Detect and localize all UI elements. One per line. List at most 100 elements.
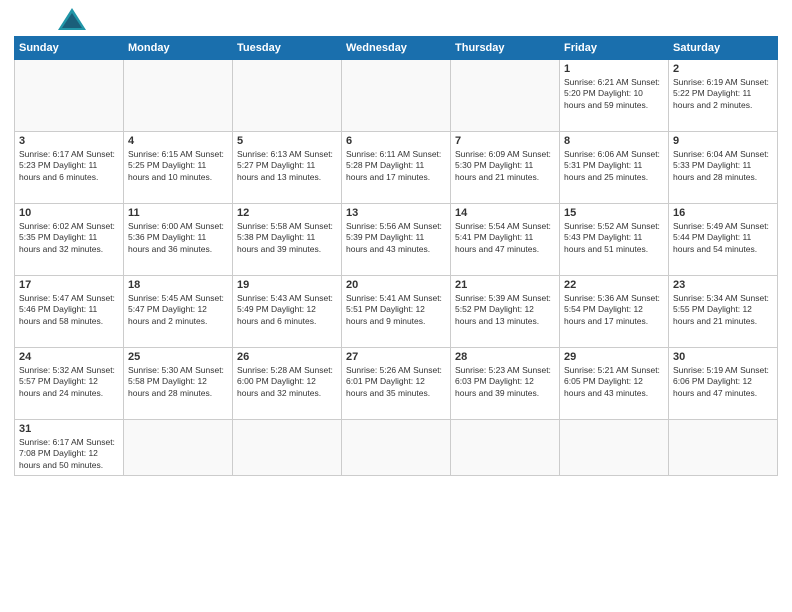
day-info: Sunrise: 6:11 AM Sunset: 5:28 PM Dayligh… — [346, 149, 446, 183]
day-number: 13 — [346, 207, 446, 219]
day-number: 25 — [128, 351, 228, 363]
day-cell: 28 Sunrise: 5:23 AM Sunset: 6:03 PM Dayli… — [451, 348, 560, 420]
day-cell — [451, 60, 560, 132]
day-number: 15 — [564, 207, 664, 219]
weekday-header-tuesday: Tuesday — [233, 37, 342, 60]
day-cell: 20 Sunrise: 5:41 AM Sunset: 5:51 PM Dayli… — [342, 276, 451, 348]
day-info: Sunrise: 6:04 AM Sunset: 5:33 PM Dayligh… — [673, 149, 773, 183]
day-info: Sunrise: 5:28 AM Sunset: 6:00 PM Dayligh… — [237, 365, 337, 399]
day-number: 5 — [237, 135, 337, 147]
day-cell — [233, 60, 342, 132]
day-number: 29 — [564, 351, 664, 363]
day-info: Sunrise: 5:45 AM Sunset: 5:47 PM Dayligh… — [128, 293, 228, 327]
day-info: Sunrise: 5:36 AM Sunset: 5:54 PM Dayligh… — [564, 293, 664, 327]
weekday-header-row: SundayMondayTuesdayWednesdayThursdayFrid… — [15, 37, 778, 60]
day-number: 20 — [346, 279, 446, 291]
day-cell: 29 Sunrise: 5:21 AM Sunset: 6:05 PM Dayli… — [560, 348, 669, 420]
day-cell: 27 Sunrise: 5:26 AM Sunset: 6:01 PM Dayli… — [342, 348, 451, 420]
day-number: 2 — [673, 63, 773, 75]
day-info: Sunrise: 5:23 AM Sunset: 6:03 PM Dayligh… — [455, 365, 555, 399]
weekday-header-friday: Friday — [560, 37, 669, 60]
day-cell — [124, 420, 233, 476]
day-cell: 31 Sunrise: 6:17 AM Sunset: 7:08 PM Dayli… — [15, 420, 124, 476]
day-cell: 14 Sunrise: 5:54 AM Sunset: 5:41 PM Dayli… — [451, 204, 560, 276]
day-cell — [124, 60, 233, 132]
day-info: Sunrise: 5:56 AM Sunset: 5:39 PM Dayligh… — [346, 221, 446, 255]
day-cell: 4 Sunrise: 6:15 AM Sunset: 5:25 PM Daylig… — [124, 132, 233, 204]
day-info: Sunrise: 5:19 AM Sunset: 6:06 PM Dayligh… — [673, 365, 773, 399]
day-cell: 22 Sunrise: 5:36 AM Sunset: 5:54 PM Dayli… — [560, 276, 669, 348]
day-number: 28 — [455, 351, 555, 363]
day-info: Sunrise: 5:54 AM Sunset: 5:41 PM Dayligh… — [455, 221, 555, 255]
week-row-0: 1 Sunrise: 6:21 AM Sunset: 5:20 PM Daylig… — [15, 60, 778, 132]
day-number: 7 — [455, 135, 555, 147]
day-number: 23 — [673, 279, 773, 291]
calendar-table: SundayMondayTuesdayWednesdayThursdayFrid… — [14, 36, 778, 476]
day-number: 4 — [128, 135, 228, 147]
day-number: 18 — [128, 279, 228, 291]
day-cell: 6Sunrise: 6:11 AM Sunset: 5:28 PM Daylig… — [342, 132, 451, 204]
header-area — [14, 10, 778, 30]
day-number: 22 — [564, 279, 664, 291]
day-cell: 8Sunrise: 6:06 AM Sunset: 5:31 PM Daylig… — [560, 132, 669, 204]
day-info: Sunrise: 6:09 AM Sunset: 5:30 PM Dayligh… — [455, 149, 555, 183]
week-row-4: 24 Sunrise: 5:32 AM Sunset: 5:57 PM Dayli… — [15, 348, 778, 420]
day-cell: 12Sunrise: 5:58 AM Sunset: 5:38 PM Dayli… — [233, 204, 342, 276]
day-number: 10 — [19, 207, 119, 219]
day-info: Sunrise: 5:32 AM Sunset: 5:57 PM Dayligh… — [19, 365, 119, 399]
day-number: 11 — [128, 207, 228, 219]
day-number: 9 — [673, 135, 773, 147]
day-cell — [669, 420, 778, 476]
day-cell: 5Sunrise: 6:13 AM Sunset: 5:27 PM Daylig… — [233, 132, 342, 204]
day-number: 30 — [673, 351, 773, 363]
day-info: Sunrise: 5:34 AM Sunset: 5:55 PM Dayligh… — [673, 293, 773, 327]
day-cell — [451, 420, 560, 476]
weekday-header-thursday: Thursday — [451, 37, 560, 60]
day-cell: 17 Sunrise: 5:47 AM Sunset: 5:46 PM Dayli… — [15, 276, 124, 348]
day-number: 14 — [455, 207, 555, 219]
day-cell: 21 Sunrise: 5:39 AM Sunset: 5:52 PM Dayli… — [451, 276, 560, 348]
day-cell — [233, 420, 342, 476]
day-cell: 19 Sunrise: 5:43 AM Sunset: 5:49 PM Dayli… — [233, 276, 342, 348]
day-cell: 3 Sunrise: 6:17 AM Sunset: 5:23 PM Daylig… — [15, 132, 124, 204]
day-cell: 11Sunrise: 6:00 AM Sunset: 5:36 PM Dayli… — [124, 204, 233, 276]
day-info: Sunrise: 6:17 AM Sunset: 5:23 PM Dayligh… — [19, 149, 119, 183]
day-number: 19 — [237, 279, 337, 291]
day-cell: 9 Sunrise: 6:04 AM Sunset: 5:33 PM Daylig… — [669, 132, 778, 204]
day-cell: 18 Sunrise: 5:45 AM Sunset: 5:47 PM Dayli… — [124, 276, 233, 348]
day-info: Sunrise: 5:30 AM Sunset: 5:58 PM Dayligh… — [128, 365, 228, 399]
day-number: 24 — [19, 351, 119, 363]
logo-area — [14, 10, 86, 30]
day-number: 27 — [346, 351, 446, 363]
day-info: Sunrise: 5:47 AM Sunset: 5:46 PM Dayligh… — [19, 293, 119, 327]
day-info: Sunrise: 5:43 AM Sunset: 5:49 PM Dayligh… — [237, 293, 337, 327]
day-info: Sunrise: 6:15 AM Sunset: 5:25 PM Dayligh… — [128, 149, 228, 183]
day-info: Sunrise: 6:17 AM Sunset: 7:08 PM Dayligh… — [19, 437, 119, 471]
logo-icon — [58, 8, 86, 30]
day-info: Sunrise: 6:02 AM Sunset: 5:35 PM Dayligh… — [19, 221, 119, 255]
day-cell: 23 Sunrise: 5:34 AM Sunset: 5:55 PM Dayli… — [669, 276, 778, 348]
week-row-3: 17 Sunrise: 5:47 AM Sunset: 5:46 PM Dayli… — [15, 276, 778, 348]
day-info: Sunrise: 6:06 AM Sunset: 5:31 PM Dayligh… — [564, 149, 664, 183]
day-number: 3 — [19, 135, 119, 147]
day-number: 1 — [564, 63, 664, 75]
weekday-header-monday: Monday — [124, 37, 233, 60]
day-number: 17 — [19, 279, 119, 291]
day-number: 31 — [19, 423, 119, 435]
weekday-header-sunday: Sunday — [15, 37, 124, 60]
week-row-1: 3 Sunrise: 6:17 AM Sunset: 5:23 PM Daylig… — [15, 132, 778, 204]
weekday-header-saturday: Saturday — [669, 37, 778, 60]
day-cell: 10 Sunrise: 6:02 AM Sunset: 5:35 PM Dayli… — [15, 204, 124, 276]
day-info: Sunrise: 5:39 AM Sunset: 5:52 PM Dayligh… — [455, 293, 555, 327]
day-info: Sunrise: 5:26 AM Sunset: 6:01 PM Dayligh… — [346, 365, 446, 399]
day-info: Sunrise: 5:41 AM Sunset: 5:51 PM Dayligh… — [346, 293, 446, 327]
day-info: Sunrise: 6:21 AM Sunset: 5:20 PM Dayligh… — [564, 77, 664, 111]
day-number: 21 — [455, 279, 555, 291]
day-cell: 26Sunrise: 5:28 AM Sunset: 6:00 PM Dayli… — [233, 348, 342, 420]
day-info: Sunrise: 5:21 AM Sunset: 6:05 PM Dayligh… — [564, 365, 664, 399]
day-cell: 15Sunrise: 5:52 AM Sunset: 5:43 PM Dayli… — [560, 204, 669, 276]
day-cell: 13 Sunrise: 5:56 AM Sunset: 5:39 PM Dayli… — [342, 204, 451, 276]
week-row-5: 31 Sunrise: 6:17 AM Sunset: 7:08 PM Dayli… — [15, 420, 778, 476]
weekday-header-wednesday: Wednesday — [342, 37, 451, 60]
day-cell — [560, 420, 669, 476]
